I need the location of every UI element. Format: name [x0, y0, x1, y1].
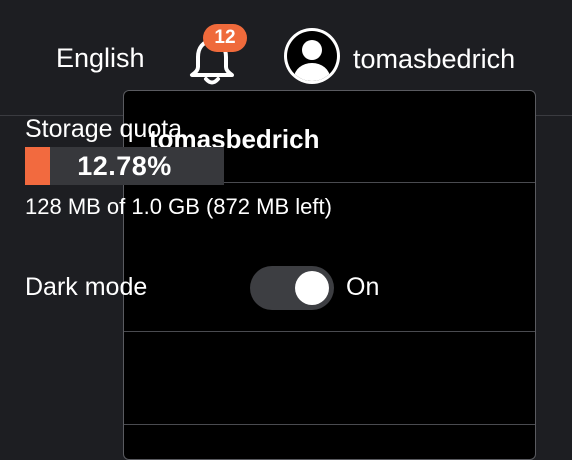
dark-mode-state: On: [346, 273, 380, 301]
storage-quota-percent: 12.78%: [77, 151, 172, 181]
notification-count-badge: 12: [203, 24, 247, 52]
dark-mode-label: Dark mode: [25, 273, 148, 301]
dropdown-dark-mode-section: [124, 332, 535, 425]
language-selector[interactable]: English: [56, 40, 145, 76]
user-avatar-icon: [284, 28, 340, 84]
dark-mode-toggle-knob: [295, 271, 329, 305]
storage-quota-label: Storage quota: [25, 115, 183, 143]
storage-quota-bar: 12.78%: [25, 147, 224, 185]
dark-mode-toggle[interactable]: [250, 266, 334, 310]
storage-quota-detail: 128 MB of 1.0 GB (872 MB left): [25, 194, 332, 219]
header-username: tomasbedrich: [353, 44, 516, 74]
notifications-button[interactable]: 12: [184, 24, 247, 86]
